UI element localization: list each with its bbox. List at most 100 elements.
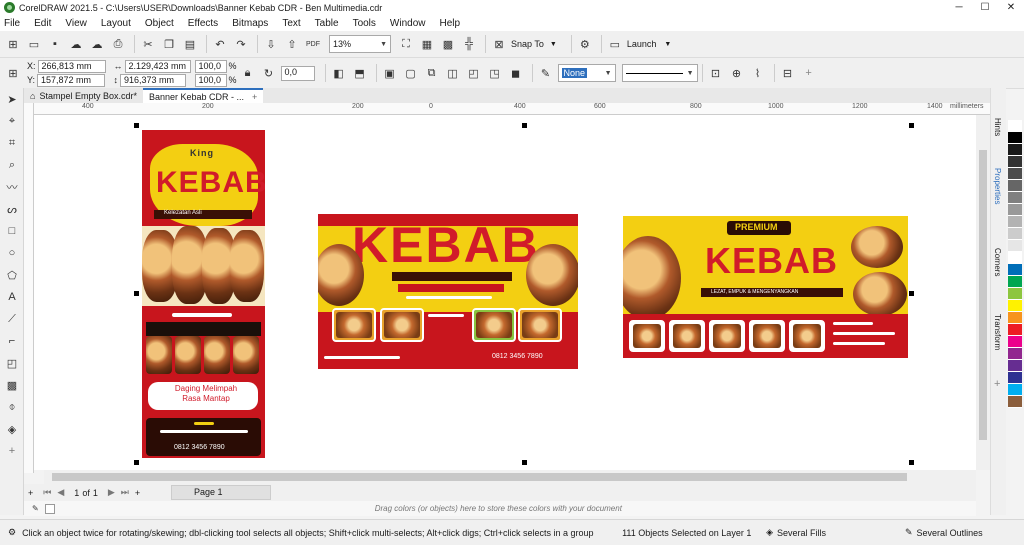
color-swatch[interactable] xyxy=(1008,252,1022,264)
height-field[interactable]: 916,373 mm xyxy=(120,73,187,87)
selection-handle[interactable] xyxy=(522,460,527,465)
rectangle-tool-icon[interactable]: □ xyxy=(0,220,24,242)
selection-handle[interactable] xyxy=(909,291,914,296)
color-swatch[interactable] xyxy=(1008,264,1022,276)
page-tab-1[interactable]: Page 1 xyxy=(171,485,271,500)
color-swatch[interactable] xyxy=(1008,396,1022,408)
menu-view[interactable]: View xyxy=(65,18,87,29)
mirror-vertical-icon[interactable]: ⬒ xyxy=(351,64,369,82)
docker-tab-transform[interactable]: Transform xyxy=(993,314,1002,350)
document-palette[interactable]: ✎ Drag colors (or objects) here to store… xyxy=(24,501,976,516)
selection-handle[interactable] xyxy=(522,123,527,128)
outline-icon[interactable]: ✎ xyxy=(905,527,913,538)
color-swatch[interactable] xyxy=(1008,192,1022,204)
current-page[interactable]: 1 xyxy=(74,488,79,498)
docker-tab-properties[interactable]: Properties xyxy=(993,168,1002,204)
y-position-field[interactable]: 157,872 mm xyxy=(37,73,106,87)
show-guidelines-icon[interactable]: ╬ xyxy=(460,35,478,53)
mirror-horizontal-icon[interactable]: ◧ xyxy=(330,64,348,82)
eyedropper-tool-icon[interactable]: ⌽ xyxy=(0,396,24,418)
ellipse-tool-icon[interactable]: ○ xyxy=(0,242,24,264)
vertical-scroll-thumb[interactable] xyxy=(979,150,987,440)
eyedropper-icon[interactable]: ✎ xyxy=(32,504,39,513)
color-swatch[interactable] xyxy=(1008,180,1022,192)
vertical-scrollbar[interactable] xyxy=(976,115,990,470)
vertical-ruler[interactable] xyxy=(24,103,34,473)
menu-edit[interactable]: Edit xyxy=(34,18,51,29)
menu-help[interactable]: Help xyxy=(440,18,461,29)
drawing-canvas[interactable]: King KEBAB Kelezatan Asli Daging Melimpa… xyxy=(34,115,976,470)
wrap-text-icon[interactable]: ⊡ xyxy=(707,64,725,82)
menu-bitmaps[interactable]: Bitmaps xyxy=(232,18,268,29)
cloud-save-icon[interactable]: ☁ xyxy=(88,35,106,53)
color-swatch[interactable] xyxy=(1008,360,1022,372)
cloud-open-icon[interactable]: ☁ xyxy=(67,35,85,53)
undo-icon[interactable]: ↶ xyxy=(211,35,229,53)
color-swatch[interactable] xyxy=(1008,372,1022,384)
quick-customize-icon[interactable]: + xyxy=(0,440,24,462)
color-swatch[interactable] xyxy=(1008,324,1022,336)
convert-to-curves-icon[interactable]: ⌇ xyxy=(749,64,767,82)
horizontal-banner-2[interactable]: PREMIUM KEBAB LEZAT, EMPUK & MENGENYANGK… xyxy=(623,216,908,358)
combine-icon[interactable]: ◫ xyxy=(444,64,462,82)
color-swatch[interactable] xyxy=(1008,312,1022,324)
width-field[interactable]: 2.129,423 mm xyxy=(124,59,191,73)
zoom-tool-icon[interactable]: ⌕ xyxy=(0,154,24,176)
x-position-field[interactable]: 266,813 mm xyxy=(37,59,106,73)
print-icon[interactable]: ⎙ xyxy=(109,35,127,53)
group-icon[interactable]: ▣ xyxy=(381,64,399,82)
selection-handle[interactable] xyxy=(134,123,139,128)
selection-handle[interactable] xyxy=(134,291,139,296)
import-icon[interactable]: ⇩ xyxy=(262,35,280,53)
color-swatch[interactable] xyxy=(1008,336,1022,348)
selection-handle[interactable] xyxy=(134,460,139,465)
selection-handle[interactable] xyxy=(909,123,914,128)
menu-object[interactable]: Object xyxy=(145,18,174,29)
lock-ratio-icon[interactable]: 🔒︎ xyxy=(239,64,257,82)
color-swatch[interactable] xyxy=(1008,168,1022,180)
export-icon[interactable]: ⇧ xyxy=(283,35,301,53)
redo-icon[interactable]: ↷ xyxy=(232,35,250,53)
menu-tools[interactable]: Tools xyxy=(353,18,376,29)
trim-icon[interactable]: ◼ xyxy=(507,64,525,82)
horizontal-scrollbar[interactable] xyxy=(44,470,976,484)
transparency-tool-icon[interactable]: ▩ xyxy=(0,374,24,396)
paste-icon[interactable]: ▤ xyxy=(181,35,199,53)
snap-off-icon[interactable]: ⊠ xyxy=(490,35,508,53)
menu-file[interactable]: File xyxy=(4,18,20,29)
horizontal-ruler[interactable]: 400 200 0 200 400 600 800 1000 1200 1400… xyxy=(34,103,990,115)
outline-width-combo[interactable]: None ▼ xyxy=(557,64,616,82)
cut-icon[interactable]: ✂ xyxy=(139,35,157,53)
close-button[interactable]: ✕ xyxy=(998,2,1024,13)
launch-dropdown[interactable]: ▭ Launch ▼ xyxy=(606,35,672,53)
color-swatch[interactable] xyxy=(1008,216,1022,228)
color-swatch[interactable] xyxy=(1008,204,1022,216)
color-swatch[interactable] xyxy=(1008,276,1022,288)
restore-button[interactable]: ☐ xyxy=(972,2,998,13)
tab-banner-kebab[interactable]: Banner Kebab CDR - ... + xyxy=(142,88,264,103)
break-apart-icon[interactable]: ◰ xyxy=(465,64,483,82)
pick-tool-icon[interactable]: ➤ xyxy=(0,88,24,110)
color-swatch[interactable] xyxy=(1008,144,1022,156)
pdf-icon[interactable]: PDF xyxy=(304,35,322,53)
scale-width-field[interactable]: 100,0 xyxy=(194,59,227,73)
zoom-level-combo[interactable]: 13% ▼ xyxy=(329,35,391,53)
horizontal-scroll-thumb[interactable] xyxy=(52,473,907,481)
color-swatch[interactable] xyxy=(1008,132,1022,144)
text-tool-icon[interactable]: A xyxy=(0,286,24,308)
menu-window[interactable]: Window xyxy=(390,18,426,29)
menu-effects[interactable]: Effects xyxy=(188,18,218,29)
vertical-banner[interactable]: King KEBAB Kelezatan Asli Daging Melimpa… xyxy=(142,130,265,458)
add-page-end-icon[interactable]: + xyxy=(135,488,140,498)
shape-tool-icon[interactable]: ⌖ xyxy=(0,110,24,132)
menu-layout[interactable]: Layout xyxy=(101,18,131,29)
weld-icon[interactable]: ◳ xyxy=(486,64,504,82)
last-page-icon[interactable]: ⏭ xyxy=(121,487,129,498)
interactive-fill-tool-icon[interactable]: ◈ xyxy=(0,418,24,440)
add-page-icon[interactable]: + xyxy=(28,488,33,498)
copy-icon[interactable]: ❐ xyxy=(160,35,178,53)
color-swatch[interactable] xyxy=(1008,300,1022,312)
crop-tool-icon[interactable]: ⌗ xyxy=(0,132,24,154)
open-folder-icon[interactable]: ▭ xyxy=(25,35,43,53)
next-page-icon[interactable]: ▶ xyxy=(108,487,115,498)
